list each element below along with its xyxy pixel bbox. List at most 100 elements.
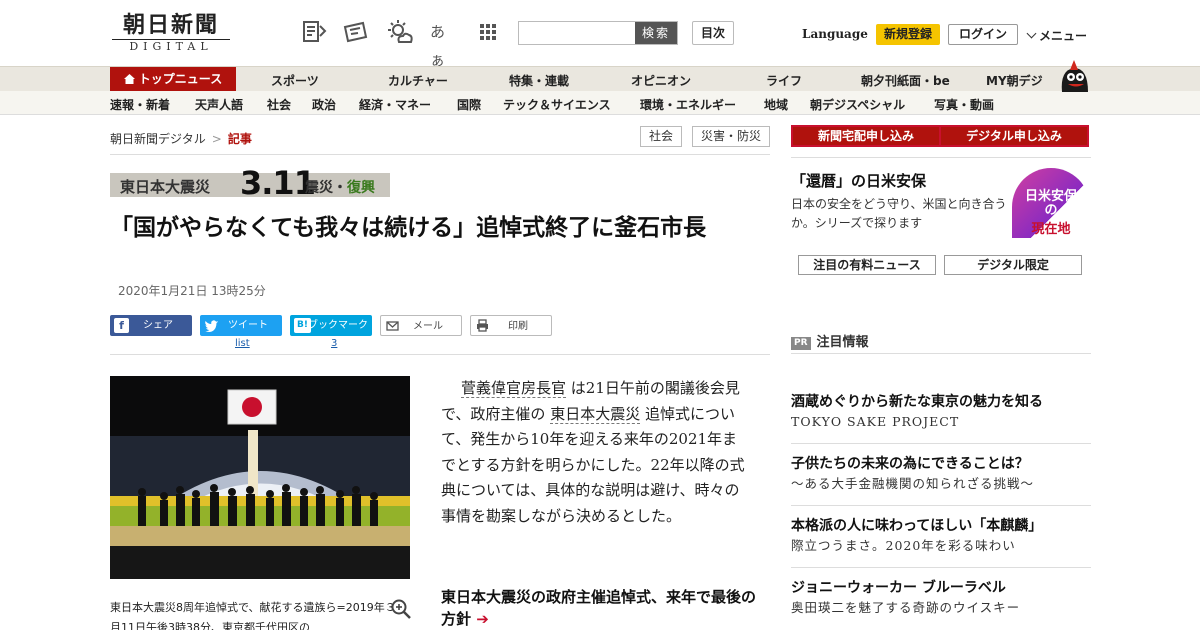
divider xyxy=(791,353,1091,354)
chevron-down-icon xyxy=(1026,28,1037,39)
nav-item-my-asahi[interactable]: MY朝デジ xyxy=(986,72,1043,89)
feature-title[interactable]: 「還暦」の日米安保 xyxy=(791,170,926,191)
font-size-icon[interactable]: あぁ xyxy=(430,18,458,69)
pr-item-sub: 際立つうまさ。2020年を彩る味わい xyxy=(791,538,1016,553)
breadcrumb-root[interactable]: 朝日新聞デジタル xyxy=(110,132,206,146)
banner-date: 3.11 xyxy=(240,164,316,202)
tag-disaster[interactable]: 災害・防災 xyxy=(692,126,770,147)
nav2-item-international[interactable]: 国際 xyxy=(457,96,481,113)
mail-button[interactable]: メール xyxy=(380,315,462,336)
twitter-share-label: ツイート xyxy=(228,320,268,331)
nav2-item-photo-video[interactable]: 写真・動画 xyxy=(934,96,994,113)
register-button[interactable]: 新規登録 xyxy=(876,24,940,45)
mail-label: メール xyxy=(413,321,443,332)
breadcrumb: 朝日新聞デジタル > 記事 xyxy=(110,130,252,147)
contents-button[interactable]: 目次 xyxy=(692,21,734,45)
pr-item-headline: 酒蔵めぐりから新たな東京の魅力を知る xyxy=(791,394,1043,410)
ticket-icon[interactable] xyxy=(342,18,370,46)
logo-english: DIGITAL xyxy=(112,39,230,54)
feature-description: 日本の安全をどう守り、米国と向き合うか。シリーズで探ります xyxy=(791,197,1007,230)
divider xyxy=(791,505,1091,506)
tag-society[interactable]: 社会 xyxy=(640,126,682,147)
zoom-icon[interactable] xyxy=(390,598,412,620)
nav-item-sports[interactable]: スポーツ xyxy=(271,72,319,89)
site-header: 朝日新聞 DIGITAL あぁ 検索 目次 Language 新規登録 ログイン… xyxy=(0,0,1200,69)
facebook-share-button[interactable]: f シェア xyxy=(110,315,192,336)
facebook-share-label: シェア xyxy=(143,320,173,331)
banner-recovery: 震災・復興 xyxy=(305,177,375,197)
nav2-item-latest[interactable]: 速報・新着 xyxy=(110,96,170,113)
nav-item-features[interactable]: 特集・連載 xyxy=(509,72,569,89)
menu-label: メニュー xyxy=(1039,29,1088,43)
series-banner[interactable]: 東日本大震災 3.11 震災・復興 xyxy=(110,164,390,202)
pr-item[interactable]: ジョニーウォーカー ブルーラベル 奥田瑛二を魅了する奇跡のウイスキー xyxy=(791,578,1091,618)
nav-item-opinion[interactable]: オピニオン xyxy=(631,72,691,89)
pr-item-sub: TOKYO SAKE PROJECT xyxy=(791,414,960,429)
feature-badge-title-main: 日米安保 xyxy=(1024,189,1077,204)
logo-japanese: 朝日新聞 xyxy=(122,12,219,38)
banner-recovery-a: 震災・ xyxy=(305,180,347,196)
print-label: 印刷 xyxy=(508,321,528,332)
nav-item-culture[interactable]: カルチャー xyxy=(388,72,448,89)
hatena-bookmark-label: ブックマーク xyxy=(308,320,368,331)
twitter-list-link[interactable]: list xyxy=(235,338,250,349)
photo-caption: 東日本大震災8周年追悼式で、献花する遺族ら=2019年３月11日午後3時38分、… xyxy=(110,601,396,630)
hatena-count[interactable]: 3 xyxy=(331,338,337,349)
nav-item-label: トップニュース xyxy=(138,72,223,86)
nav-item-paper[interactable]: 朝夕刊紙面・be xyxy=(861,72,950,89)
breadcrumb-current: 記事 xyxy=(227,132,252,146)
feature-badge-title: 日米安保の xyxy=(1012,190,1090,218)
pr-label: 注目情報 xyxy=(816,335,869,350)
weather-icon[interactable] xyxy=(386,18,414,46)
pr-item-sub: ～ある大手金融機関の知られざる挑戦～ xyxy=(791,476,1035,491)
link-suga[interactable]: 菅義偉官房長官 xyxy=(461,379,567,398)
article-date: 2020年1月21日 13時25分 xyxy=(118,284,266,298)
nav2-item-environment[interactable]: 環境・エネルギー xyxy=(640,96,736,113)
pr-item-sub: 奥田瑛二を魅了する奇跡のウイスキー xyxy=(791,600,1021,615)
nav2-item-special[interactable]: 朝デジスペシャル xyxy=(810,96,905,113)
arrow-right-icon: ➔ xyxy=(476,610,489,628)
link-great-east-japan-earthquake[interactable]: 東日本大震災 xyxy=(550,404,641,424)
nav-item-life[interactable]: ライフ xyxy=(766,72,802,89)
feature-badge[interactable]: 日米安保の 現在地 xyxy=(1012,168,1090,238)
hatena-bookmark-button[interactable]: B! ブックマーク xyxy=(290,315,372,336)
page: 朝日新聞 DIGITAL あぁ 検索 目次 Language 新規登録 ログイン… xyxy=(0,0,1200,630)
search-button[interactable]: 検索 xyxy=(635,22,677,44)
nav-item-top-news[interactable]: トップニュース xyxy=(110,67,236,92)
home-delivery-button[interactable]: 新聞宅配申し込み xyxy=(791,125,941,147)
breadcrumb-separator: > xyxy=(211,132,222,146)
premium-news-button[interactable]: 注目の有料ニュース xyxy=(798,255,936,275)
pr-item[interactable]: 子供たちの未来の為にできることは？ ～ある大手金融機関の知られざる挑戦～ xyxy=(791,454,1091,494)
banner-recovery-b: 復興 xyxy=(347,180,375,196)
pr-item[interactable]: 本格派の人に味わってほしい「本麒麟」 際立つうまさ。2020年を彩る味わい xyxy=(791,516,1091,556)
nav2-item-region[interactable]: 地域 xyxy=(764,96,788,113)
pr-item[interactable]: 酒蔵めぐりから新たな東京の魅力を知る TOKYO SAKE PROJECT xyxy=(791,392,1091,432)
digital-subscribe-button[interactable]: デジタル申し込み xyxy=(939,125,1089,147)
nav2-item-society[interactable]: 社会 xyxy=(267,96,291,113)
article-body: 菅義偉官房長官 は21日午前の閣議後会見で、政府主催の 東日本大震災 追悼式につ… xyxy=(441,376,746,529)
login-button[interactable]: ログイン xyxy=(948,24,1018,45)
grid-menu-icon[interactable] xyxy=(474,18,502,46)
nav2-item-tech[interactable]: テック＆サイエンス xyxy=(503,96,611,113)
search-box: 検索 xyxy=(518,21,678,45)
divider xyxy=(791,443,1091,444)
site-logo[interactable]: 朝日新聞 DIGITAL xyxy=(112,12,230,54)
nav2-item-tensei[interactable]: 天声人語 xyxy=(195,96,243,113)
related-article-link[interactable]: 東日本大震災の政府主催追悼式、来年で最後の方針 ➔ xyxy=(441,586,761,630)
primary-nav: トップニュース スポーツ カルチャー 特集・連載 オピニオン ライフ 朝夕刊紙面… xyxy=(0,66,1200,92)
menu-button[interactable]: メニュー xyxy=(1026,27,1088,44)
feature-badge-sub: 現在地 xyxy=(1031,222,1071,237)
mascot-icon[interactable] xyxy=(1056,58,1092,92)
language-link[interactable]: Language xyxy=(802,27,868,41)
digital-only-button[interactable]: デジタル限定 xyxy=(944,255,1082,275)
twitter-share-button[interactable]: ツイート xyxy=(200,315,282,336)
print-button[interactable]: 印刷 xyxy=(470,315,552,336)
nav2-item-politics[interactable]: 政治 xyxy=(312,96,336,113)
pr-item-headline: ジョニーウォーカー ブルーラベル xyxy=(791,580,1006,596)
article-photo[interactable] xyxy=(110,376,410,579)
pr-item-headline: 本格派の人に味わってほしい「本麒麟」 xyxy=(791,518,1043,534)
banner-earthquake: 東日本大震災 xyxy=(120,178,211,196)
nav2-item-economy[interactable]: 経済・マネー xyxy=(359,96,431,113)
newspaper-icon[interactable] xyxy=(300,18,328,46)
search-input[interactable] xyxy=(519,22,637,44)
